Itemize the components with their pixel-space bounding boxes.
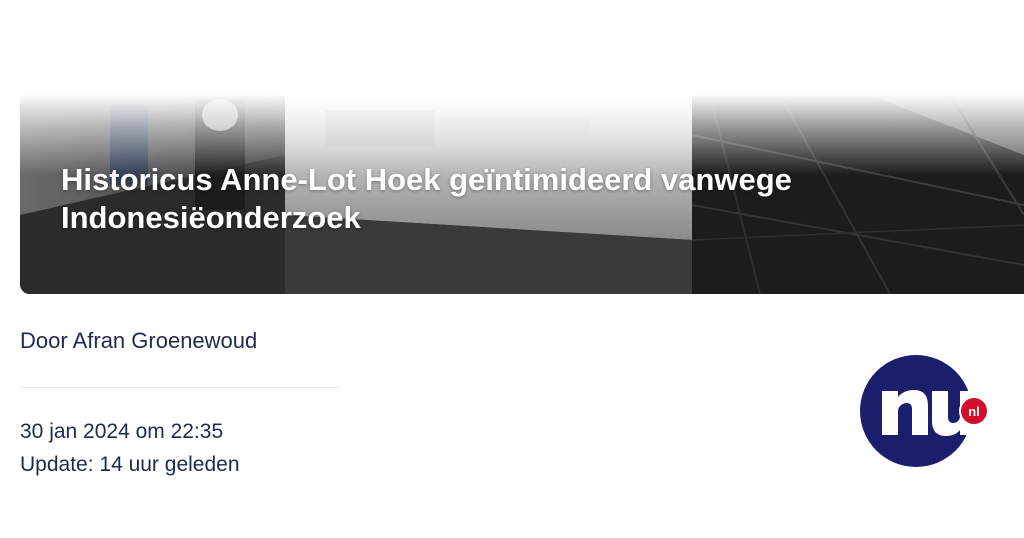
nu-nl-logo[interactable]: nl [860, 353, 992, 469]
update-time: Update: 14 uur geleden [20, 453, 240, 476]
article-header: Historicus Anne-Lot Hoek geïntimideerd v… [0, 0, 1024, 538]
divider [20, 387, 340, 388]
hero-image-card[interactable]: Historicus Anne-Lot Hoek geïntimideerd v… [20, 95, 1024, 294]
publish-date: 30 jan 2024 om 22:35 [20, 420, 224, 443]
author-byline: Door Afran Groenewoud [20, 328, 258, 353]
logo-badge-text: nl [968, 404, 980, 419]
article-title[interactable]: Historicus Anne-Lot Hoek geïntimideerd v… [61, 161, 981, 237]
